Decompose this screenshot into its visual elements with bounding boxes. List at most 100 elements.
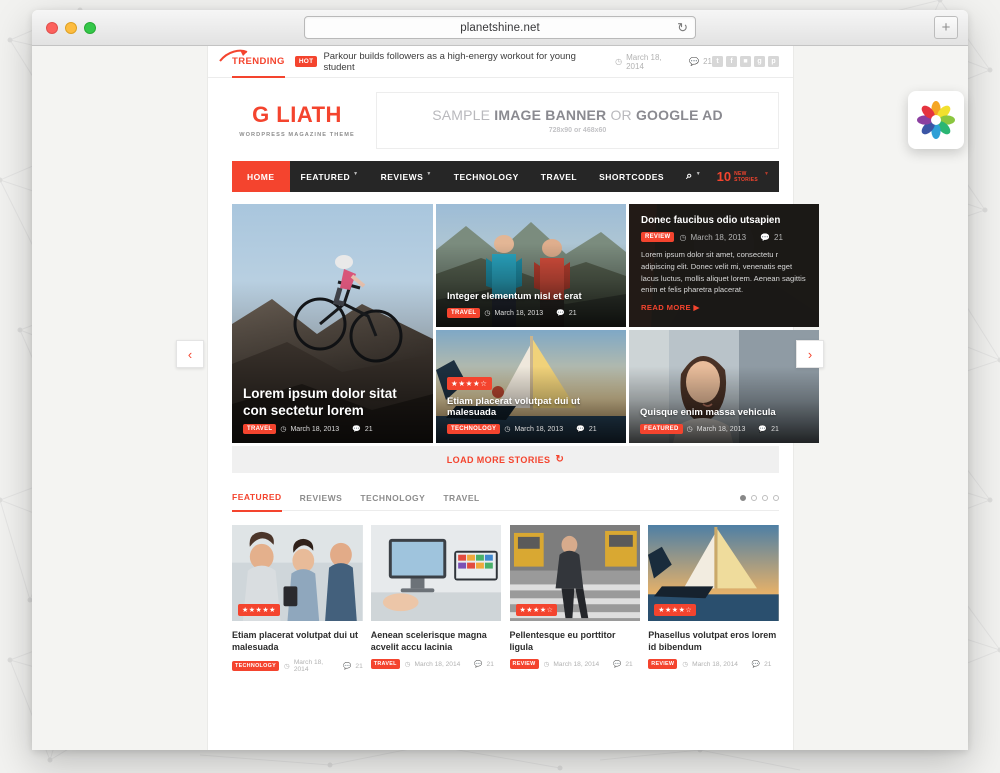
ad-banner-size: 728x90 or 468x60 [548,127,607,134]
pagination-dot-4[interactable] [773,494,779,501]
tab-technology[interactable]: TECHNOLOGY [360,493,425,511]
card-title[interactable]: Phasellus volutpat eros lorem id bibendu… [648,630,779,653]
hero-topmid-meta: TRAVEL ◷ March 18, 2013 💬 21 [447,308,615,318]
googleplus-icon[interactable]: g [754,56,765,67]
hero-tile-bot-mid[interactable]: ★★★★☆ Etiam placerat volutpat dui ut mal… [436,330,626,443]
hero-textcard-title[interactable]: Donec faucibus odio utsapien [641,215,807,226]
tab-featured[interactable]: FEATURED [232,492,282,512]
pagination-dot-1[interactable] [740,494,746,501]
reload-icon[interactable]: ↻ [677,21,688,35]
new-tab-button[interactable]: + [934,16,958,39]
carousel-next-button[interactable]: › [796,340,824,368]
hero-topmid-title[interactable]: Integer elementum nisl et erat [447,291,615,303]
rating-stars: ★★★★☆ [654,604,697,616]
photos-app-icon[interactable] [908,91,964,149]
address-bar[interactable]: planetshine.net ↻ [304,16,696,39]
close-window-button[interactable] [46,22,58,34]
comment-icon: 💬 [576,426,585,433]
new-stories-label: NEW STORIES [734,170,759,183]
hero-botmid-meta: TECHNOLOGY ◷ March 18, 2013 💬 21 [447,424,615,434]
carousel-pagination[interactable] [740,494,779,501]
flickr-icon[interactable]: ■ [740,56,751,67]
category-tag[interactable]: TRAVEL [243,424,277,434]
comments-meta: 💬 21 [760,232,783,242]
comment-icon: 💬 [352,426,361,433]
tab-reviews[interactable]: REVIEWS [300,493,343,511]
minimize-window-button[interactable] [65,22,77,34]
date-meta: ◷ March 18, 2014 [543,660,600,669]
comment-icon: 💬 [474,661,483,669]
article-card[interactable]: ★★★★★ Etiam placerat volutpat dui ut mal… [232,525,363,673]
date-meta: ◷ March 18, 2013 [484,309,544,318]
nav-item-featured[interactable]: FEATURED ▼ [290,161,370,192]
card-meta: REVIEW ◷ March 18, 2014 💬 21 [509,659,641,670]
load-more-label: LOAD MORE STORIES [446,454,551,465]
card-title[interactable]: Etiam placerat volutpat dui ut malesuada [232,630,363,653]
search-icon[interactable]: ⌕ ▼ [675,161,712,192]
trending-headline[interactable]: Parkour builds followers as a high-energ… [323,51,605,73]
card-thumbnail[interactable] [370,525,502,622]
tab-travel[interactable]: TRAVEL [443,493,479,511]
clock-icon: ◷ [686,426,693,433]
read-more-link[interactable]: READ MORE ▶ [641,303,807,312]
hero-tile-text-card[interactable]: Donec faucibus odio utsapien REVIEW ◷ Mar… [629,204,819,327]
play-arrow-icon: ▶ [693,303,700,313]
facebook-icon[interactable]: f [726,56,737,67]
pagination-dot-2[interactable] [751,494,757,501]
website-content: TRENDING HOT Parkour builds followers as… [208,46,819,750]
load-more-stories-button[interactable]: LOAD MORE STORIES ↻ [232,446,779,473]
comments-meta: 💬 21 [758,425,779,434]
category-tag[interactable]: TECHNOLOGY [447,424,501,434]
pagination-dot-3[interactable] [762,494,768,501]
card-photo-desk [370,525,502,622]
category-tag[interactable]: FEATURED [640,424,683,434]
card-thumbnail[interactable]: ★★★★★ [232,525,363,622]
new-stories-counter[interactable]: 10 NEW STORIES ▼ [717,161,779,192]
category-tag[interactable]: TRAVEL [447,308,481,318]
category-tag[interactable]: TRAVEL [370,659,400,670]
hero-tile-main[interactable]: Lorem ipsum dolor sitat con sectetur lor… [232,204,433,443]
window-controls[interactable] [46,22,96,34]
category-tag[interactable]: TECHNOLOGY [232,661,280,672]
category-tag[interactable]: REVIEW [641,232,675,242]
zoom-window-button[interactable] [84,22,96,34]
hero-botright-title[interactable]: Quisque enim massa vehicula [640,407,808,419]
card-title[interactable]: Aenean scelerisque magna acvelit accu la… [371,630,502,653]
page-viewport: TRENDING HOT Parkour builds followers as… [32,46,968,750]
article-card[interactable]: ★★★★☆ Phasellus volutpat eros lorem id b… [648,525,779,673]
hero-textcard-body: Donec faucibus odio utsapien REVIEW ◷ Mar… [629,204,819,327]
clock-icon: ◷ [284,663,290,671]
social-links[interactable]: t f ■ g p [712,56,779,67]
hero-main-title[interactable]: Lorem ipsum dolor sitat con sectetur lor… [243,386,422,419]
ad-banner[interactable]: SAMPLE IMAGE BANNER OR GOOGLE AD 728x90 … [376,92,779,149]
card-thumbnail[interactable]: ★★★★☆ [509,525,641,622]
hero-botmid-title[interactable]: Etiam placerat volutpat dui ut malesuada [447,396,615,419]
carousel-prev-button[interactable]: ‹ [176,340,204,368]
trending-date: March 18, 2014 [626,52,662,71]
card-title[interactable]: Pellentesque eu porttitor ligula [510,630,641,653]
clock-icon: ◷ [404,661,411,669]
hero-tile-top-mid[interactable]: Integer elementum nisl et erat TRAVEL ◷ M… [436,204,626,327]
nav-item-shortcodes[interactable]: SHORTCODES [588,161,675,192]
twitter-icon[interactable]: t [712,56,723,67]
clock-icon: ◷ [615,57,623,66]
nav-item-technology[interactable]: TECHNOLOGY [443,161,530,192]
article-card[interactable]: Aenean scelerisque magna acvelit accu la… [370,525,502,673]
category-tag[interactable]: REVIEW [648,659,678,670]
hero-grid: Lorem ipsum dolor sitat con sectetur lor… [232,204,819,443]
nav-item-travel[interactable]: TRAVEL [530,161,588,192]
nav-item-reviews[interactable]: REVIEWS ▼ [370,161,443,192]
browser-toolbar: planetshine.net ↻ + [32,10,968,46]
comment-icon: 💬 [689,57,700,66]
hero-botright-meta: FEATURED ◷ March 18, 2013 💬 21 [640,424,808,434]
comments-meta: 💬 21 [613,660,633,669]
card-thumbnail[interactable]: ★★★★☆ [648,525,779,622]
hot-badge: HOT [294,56,318,67]
site-logo[interactable]: G LIATH WORDPRESS MAGAZINE THEME [219,49,362,138]
article-card[interactable]: ★★★★☆ Pellentesque eu porttitor ligula R… [509,525,641,673]
pinterest-icon[interactable]: p [768,56,779,67]
nav-item-home[interactable]: HOME [232,161,290,192]
hero-main-caption: Lorem ipsum dolor sitat con sectetur lor… [243,386,422,434]
category-tag[interactable]: REVIEW [509,659,539,670]
hero-tile-bot-right[interactable]: Quisque enim massa vehicula FEATURED ◷ Ma… [629,330,819,443]
